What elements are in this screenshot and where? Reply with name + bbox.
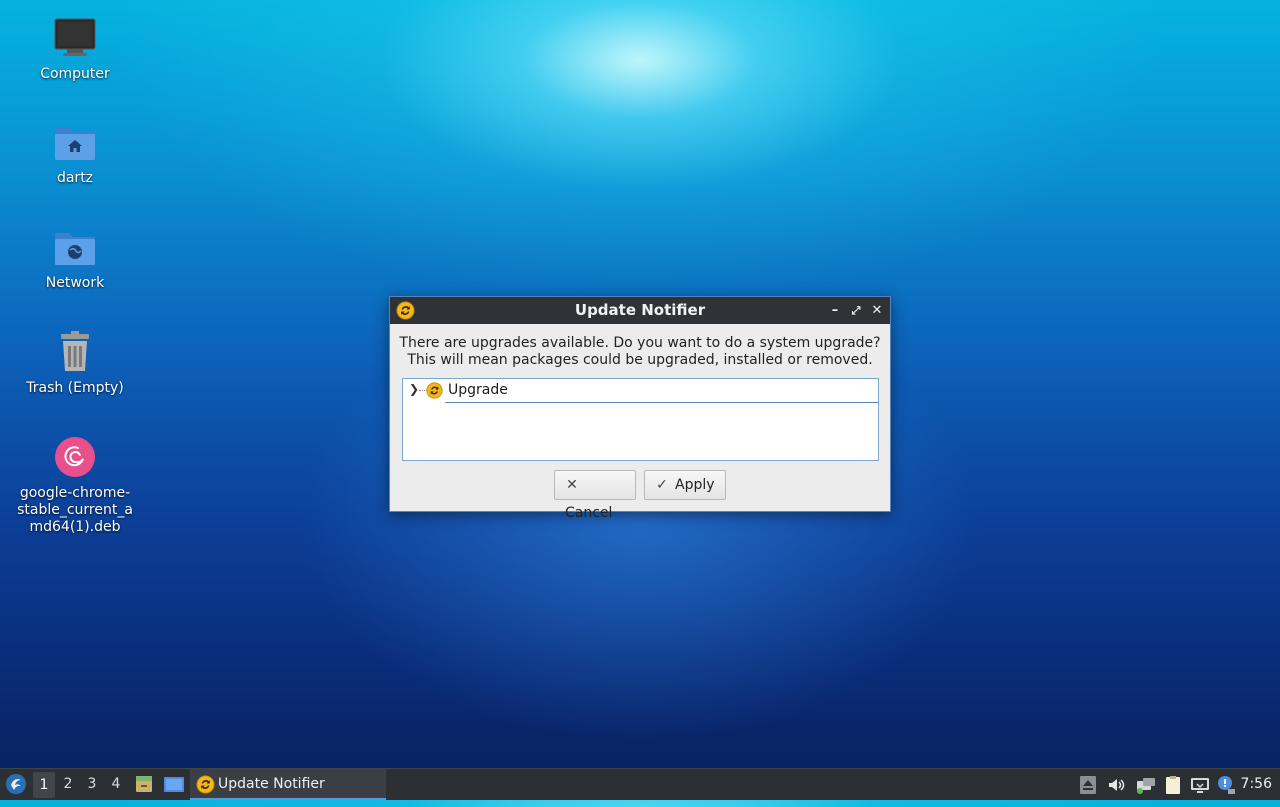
taskbar: 1 2 3 4 Update Notifier 7:56 [0, 768, 1280, 800]
workspace-4[interactable]: 4 [105, 769, 127, 800]
cancel-label: Cancel [565, 505, 613, 521]
trash-icon [51, 328, 99, 376]
desktop-icon-label: dartz [56, 170, 94, 186]
update-notifier-icon [196, 775, 215, 805]
home-folder-icon [51, 118, 99, 166]
tree-item-label: Upgrade [448, 382, 508, 398]
dialog-message: There are upgrades available. Do you wan… [390, 335, 890, 369]
apply-button[interactable]: ✓ Apply [644, 470, 726, 500]
clipboard-icon[interactable] [1163, 775, 1183, 795]
desktop-icon [164, 777, 184, 792]
minimize-icon: – [831, 303, 839, 318]
cancel-x-icon: ✕ [566, 477, 578, 493]
display-icon[interactable] [1190, 775, 1210, 795]
message-line-2: This will mean packages could be upgrade… [407, 352, 873, 368]
row-focus-underline [445, 402, 878, 403]
start-menu-button[interactable] [4, 769, 28, 800]
message-line-1: There are upgrades available. Do you wan… [399, 335, 881, 351]
maximize-button[interactable]: ⤢ [846, 297, 866, 324]
debian-package-icon [51, 433, 99, 481]
expander-arrow-icon[interactable]: ❯ [409, 382, 419, 396]
desktop-icon-deb-package[interactable]: google-chrome- stable_current_a md64(1).… [10, 433, 140, 536]
update-notifier-icon [396, 301, 415, 329]
checkmark-icon: ✓ [656, 477, 668, 493]
computer-icon [51, 14, 99, 62]
desktop-icon-home-folder[interactable]: dartz [10, 118, 140, 187]
maximize-icon: ⤢ [851, 304, 861, 317]
desktop-icon-computer[interactable]: Computer [10, 14, 140, 83]
close-icon: ✕ [871, 303, 883, 318]
eject-icon[interactable] [1079, 775, 1099, 795]
clock[interactable]: 7:56 [1241, 769, 1272, 800]
close-button[interactable]: ✕ [867, 297, 887, 324]
task-label: Update Notifier [218, 776, 325, 792]
desktop-icon-label: Computer [40, 66, 110, 82]
desktop-icon-label: google-chrome- stable_current_a md64(1).… [17, 485, 133, 535]
desktop-icon-trash[interactable]: Trash (Empty) [10, 328, 140, 397]
workspace-3[interactable]: 3 [81, 769, 103, 800]
file-manager-launcher[interactable] [133, 769, 155, 800]
show-desktop-button[interactable] [162, 769, 186, 800]
dialog-titlebar[interactable]: Update Notifier – ⤢ ✕ [390, 297, 890, 324]
taskbar-task-update-notifier[interactable]: Update Notifier [190, 769, 386, 800]
update-icon [426, 382, 443, 403]
minimize-button[interactable]: – [825, 297, 845, 324]
desktop-icon-label: Network [45, 275, 105, 291]
dialog-title: Update Notifier [574, 301, 706, 319]
tree-row-upgrade[interactable]: ❯ Upgrade [403, 379, 878, 403]
workspace-2[interactable]: 2 [57, 769, 79, 800]
apply-label: Apply [675, 477, 715, 493]
lxqt-logo-icon [6, 774, 26, 794]
volume-icon[interactable] [1106, 775, 1126, 795]
file-cabinet-icon [136, 776, 152, 792]
notification-icon[interactable] [1216, 775, 1236, 795]
network-icon[interactable] [1135, 775, 1155, 795]
cancel-button[interactable]: ✕ Cancel [554, 470, 636, 521]
desktop-icon-network[interactable]: Network [10, 223, 140, 292]
upgrade-tree-view[interactable]: ❯ Upgrade [402, 378, 879, 461]
desktop-icon-label: Trash (Empty) [26, 380, 124, 396]
workspace-1[interactable]: 1 [33, 772, 55, 798]
network-folder-icon [51, 223, 99, 271]
update-notifier-dialog: Update Notifier – ⤢ ✕ There are upgrades… [389, 296, 891, 521]
